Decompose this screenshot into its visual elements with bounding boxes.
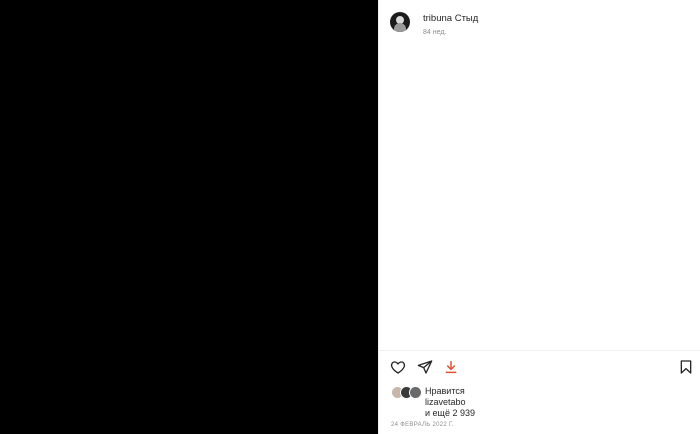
heart-icon (390, 361, 406, 374)
liker-avatars[interactable] (391, 386, 423, 400)
caption: tribuna Стыд (423, 13, 478, 24)
avatar-body (394, 23, 406, 32)
share-button[interactable] (416, 358, 434, 376)
send-icon (417, 360, 433, 374)
download-icon (445, 360, 457, 374)
caption-text: Стыд (454, 13, 479, 24)
likes-count-link[interactable]: и ещё 2 939 (425, 408, 475, 419)
post-date: 24 ФЕВРАЛЬ 2022 Г. (391, 422, 454, 428)
likes-label: Нравится (425, 386, 465, 396)
post-header: tribuna Стыд 84 нед. (379, 0, 700, 46)
divider (379, 350, 700, 351)
post-media[interactable] (0, 0, 378, 434)
post-time-ago: 84 нед. (423, 29, 447, 36)
likes-summary: Нравится lizavetabo и ещё 2 939 (425, 386, 475, 419)
save-button[interactable] (677, 358, 695, 376)
post-sidebar: tribuna Стыд 84 нед. Нравится lizavetabo… (378, 0, 700, 434)
like-button[interactable] (389, 358, 407, 376)
username-link[interactable]: tribuna (423, 13, 452, 24)
bookmark-icon (680, 360, 692, 374)
liker-username-link[interactable]: lizavetabo (425, 397, 475, 408)
avatar[interactable] (390, 12, 410, 32)
liker-avatar (409, 386, 422, 399)
download-button[interactable] (442, 358, 460, 376)
